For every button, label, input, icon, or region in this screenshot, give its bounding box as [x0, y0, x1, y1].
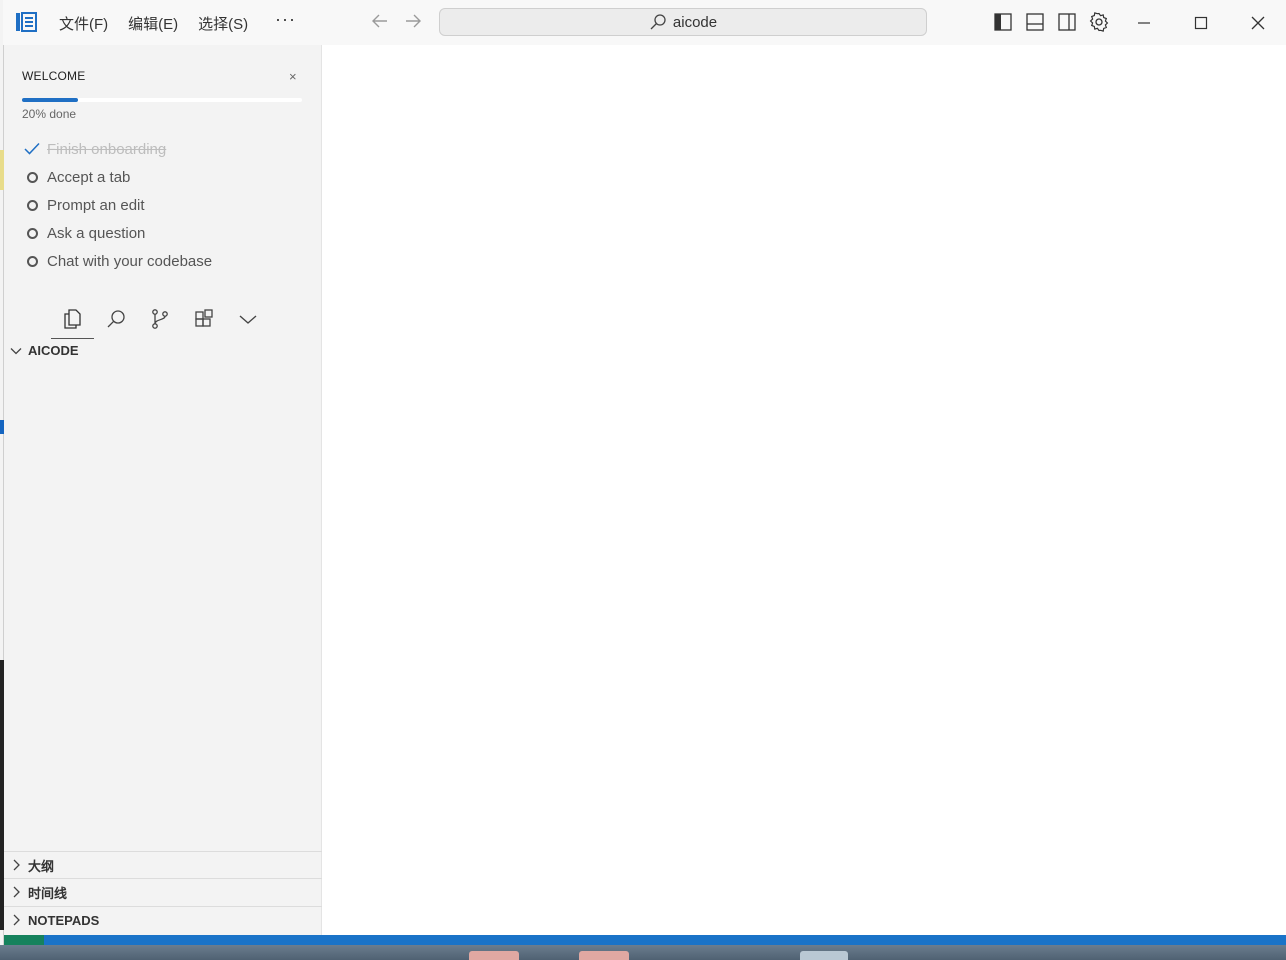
- more-views-dropdown[interactable]: [226, 301, 270, 337]
- search-text: aicode: [672, 13, 718, 31]
- checklist-label: Prompt an edit: [47, 196, 145, 214]
- primary-sidebar: WELCOME × 20% done Finish onboarding Acc…: [4, 45, 322, 935]
- window-controls: [1115, 0, 1286, 45]
- notepads-label: NOTEPADS: [28, 912, 100, 928]
- folder-title: AICODE: [28, 343, 79, 358]
- forward-arrow-icon[interactable]: [403, 11, 423, 36]
- command-search-box[interactable]: aicode: [439, 8, 927, 36]
- minimize-button[interactable]: [1115, 0, 1172, 45]
- close-button[interactable]: [1229, 0, 1286, 45]
- close-icon: [1251, 16, 1264, 29]
- outline-label: 大纲: [28, 858, 55, 874]
- checklist-item[interactable]: Ask a question: [24, 219, 212, 247]
- welcome-close-button[interactable]: ×: [289, 69, 297, 84]
- menu-bar: 文件(F) 编辑(E) 选择(S): [59, 13, 268, 34]
- menu-edit[interactable]: 编辑(E): [128, 13, 178, 34]
- outline-section[interactable]: 大纲: [4, 851, 322, 878]
- maximize-icon: [1194, 16, 1207, 29]
- onboarding-progress-fill: [22, 98, 78, 102]
- layout-controls: [993, 12, 1109, 32]
- checklist-label: Ask a question: [47, 224, 146, 242]
- toggle-secondary-sidebar-icon[interactable]: [1057, 12, 1077, 32]
- back-arrow-icon[interactable]: [370, 11, 390, 36]
- taskbar-app[interactable]: [469, 951, 519, 960]
- files-icon: [64, 309, 81, 329]
- menu-more-button[interactable]: ···: [275, 9, 296, 30]
- search-tab[interactable]: [94, 301, 138, 337]
- checklist-item[interactable]: Chat with your codebase: [24, 247, 212, 275]
- timeline-section[interactable]: 时间线: [4, 878, 322, 905]
- toggle-primary-sidebar-icon[interactable]: [993, 12, 1013, 32]
- onboarding-checklist: Finish onboarding Accept a tab Prompt an…: [24, 135, 212, 275]
- title-bar: 文件(F) 编辑(E) 选择(S) ··· aicode: [3, 0, 1286, 45]
- taskbar-app[interactable]: [579, 951, 629, 960]
- checklist-item[interactable]: Accept a tab: [24, 163, 212, 191]
- source-control-tab[interactable]: [138, 301, 182, 337]
- search-icon: [650, 14, 666, 30]
- taskbar-app[interactable]: [800, 951, 848, 960]
- chevron-down-icon: [239, 315, 257, 324]
- chevron-right-icon: [13, 914, 20, 926]
- chevron-right-icon: [13, 859, 20, 871]
- minimize-icon: [1137, 21, 1150, 24]
- explorer-folder-header[interactable]: AICODE: [10, 343, 79, 358]
- app-logo-icon: [15, 12, 37, 32]
- checklist-item[interactable]: Finish onboarding: [24, 135, 212, 163]
- checklist-label: Chat with your codebase: [47, 252, 213, 270]
- toggle-panel-icon[interactable]: [1025, 12, 1045, 32]
- chevron-right-icon: [13, 886, 20, 898]
- circle-icon: [24, 171, 47, 183]
- extensions-icon: [195, 309, 213, 327]
- activity-bar: [50, 301, 270, 339]
- circle-icon: [24, 199, 47, 211]
- checklist-label: Accept a tab: [47, 168, 131, 186]
- timeline-label: 时间线: [28, 885, 68, 901]
- checklist-label: Finish onboarding: [47, 140, 167, 158]
- remote-indicator[interactable]: [4, 935, 44, 945]
- status-bar: [4, 935, 1286, 945]
- checklist-item[interactable]: Prompt an edit: [24, 191, 212, 219]
- menu-file[interactable]: 文件(F): [59, 13, 108, 34]
- gear-icon[interactable]: [1089, 12, 1109, 32]
- circle-icon: [24, 255, 47, 267]
- search-icon: [107, 310, 125, 328]
- onboarding-progress-bar: [22, 98, 302, 102]
- chevron-down-icon: [10, 347, 22, 354]
- explorer-tab[interactable]: [50, 301, 94, 339]
- notepads-section[interactable]: NOTEPADS: [4, 906, 322, 933]
- check-icon: [24, 142, 47, 156]
- circle-icon: [24, 227, 47, 239]
- progress-text: 20% done: [22, 107, 77, 121]
- welcome-title: WELCOME: [22, 69, 86, 83]
- os-taskbar: [0, 945, 1286, 960]
- extensions-tab[interactable]: [182, 301, 226, 337]
- source-control-icon: [152, 309, 168, 329]
- maximize-button[interactable]: [1172, 0, 1229, 45]
- menu-select[interactable]: 选择(S): [198, 13, 248, 34]
